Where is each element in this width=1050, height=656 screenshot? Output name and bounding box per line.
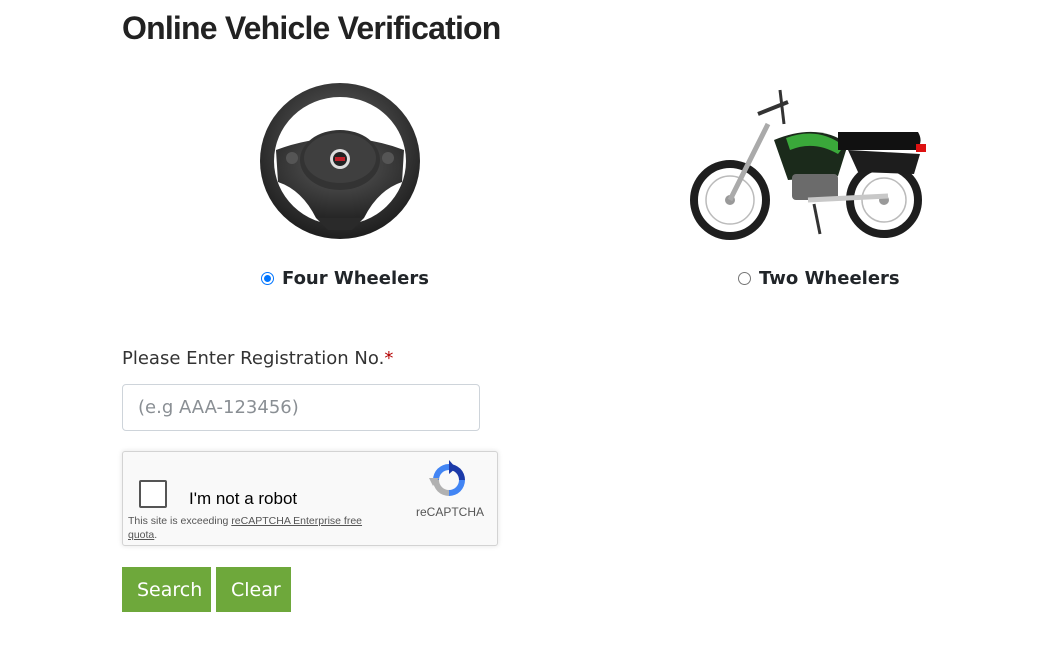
radio-label-four-wheelers: Four Wheelers — [282, 268, 429, 289]
radio-button-two-wheelers[interactable] — [738, 272, 751, 285]
radio-label-two-wheelers: Two Wheelers — [759, 268, 900, 289]
registration-input[interactable] — [122, 384, 480, 431]
recaptcha-note-prefix: This site is exceeding — [128, 515, 232, 527]
registration-label-text: Please Enter Registration No. — [122, 348, 385, 369]
recaptcha-note-suffix: . — [154, 529, 158, 541]
search-button[interactable]: Search — [122, 567, 211, 612]
motorcycle-icon — [690, 89, 926, 240]
recaptcha-label: I'm not a robot — [189, 489, 298, 508]
recaptcha-widget: I'm not a robot This site is exceeding r… — [122, 451, 498, 546]
radio-two-wheelers[interactable]: Two Wheelers — [738, 268, 900, 289]
registration-label: Please Enter Registration No.* — [122, 348, 393, 369]
recaptcha-checkbox[interactable] — [139, 480, 167, 508]
radio-four-wheelers[interactable]: Four Wheelers — [261, 268, 429, 289]
recaptcha-brand: reCAPTCHA — [416, 505, 485, 519]
page-title: Online Vehicle Verification — [122, 10, 501, 46]
steering-wheel-icon — [260, 83, 420, 239]
required-mark: * — [384, 348, 394, 369]
recaptcha-quota-note: This site is exceeding reCAPTCHA Enterpr… — [128, 514, 368, 542]
clear-button[interactable]: Clear — [216, 567, 291, 612]
radio-button-four-wheelers[interactable] — [261, 272, 274, 285]
recaptcha-logo-icon — [429, 460, 465, 496]
